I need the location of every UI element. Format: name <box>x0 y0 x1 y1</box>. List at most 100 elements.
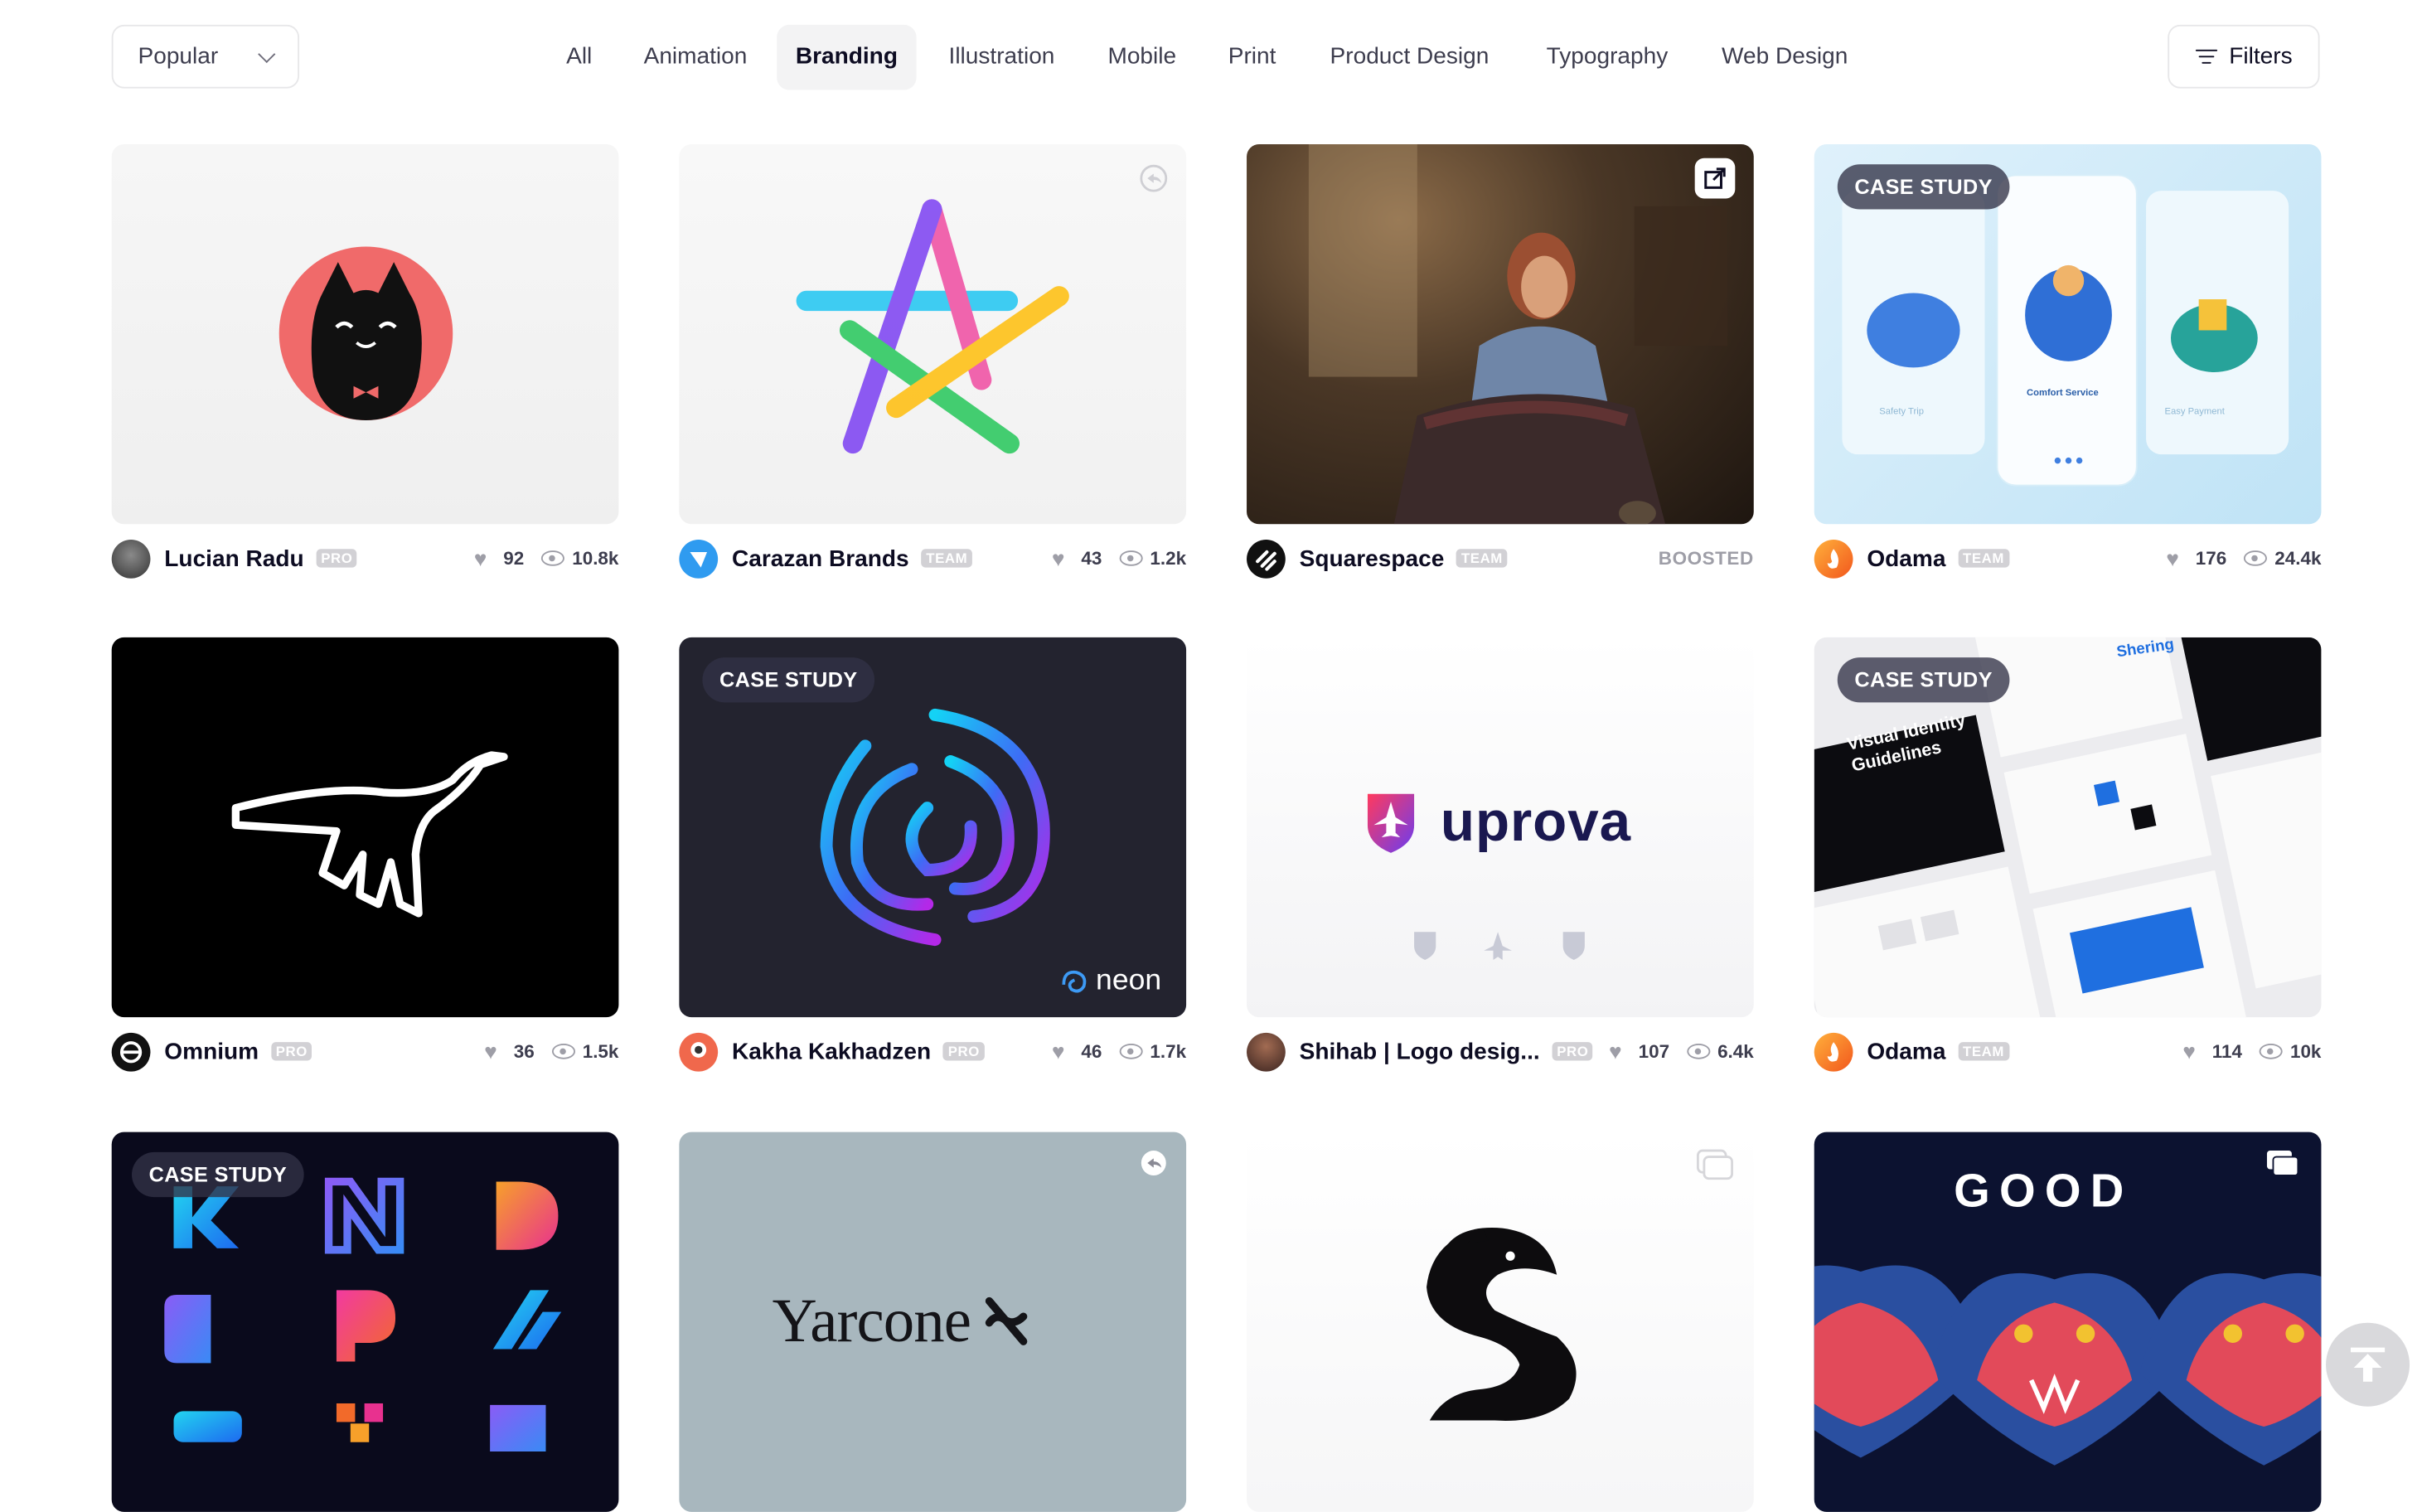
shot-stats: ♥ 107 6.4k <box>1609 1040 1754 1062</box>
avatar[interactable] <box>111 1031 151 1071</box>
author-name[interactable]: Kakha Kakhadzen <box>732 1038 931 1064</box>
tab-web-design[interactable]: Web Design <box>1708 25 1863 90</box>
heart-icon[interactable]: ♥ <box>484 1040 506 1062</box>
author-name[interactable]: Shihab | Logo desig... <box>1300 1038 1540 1064</box>
heart-icon[interactable]: ♥ <box>474 547 496 569</box>
author-name[interactable]: Odama <box>1867 545 1945 572</box>
shot-card[interactable]: Yarcone <box>679 1132 1187 1512</box>
like-count: 46 <box>1081 1040 1102 1063</box>
panther-s-logo-image <box>1427 1228 1577 1421</box>
filters-button[interactable]: Filters <box>2168 24 2320 89</box>
case-study-tag: CASE STUDY <box>132 1151 304 1198</box>
shot-stats: ♥ 36 1.5k <box>484 1040 618 1062</box>
author-name[interactable]: Lucian Radu <box>164 545 303 572</box>
shot-card[interactable]: uprova Shihab | Logo desig... PRO ♥ 107 … <box>1247 637 1754 1072</box>
like-count: 176 <box>2195 547 2227 569</box>
heart-icon[interactable]: ♥ <box>2182 1040 2204 1062</box>
uprova-logo: uprova <box>1363 789 1631 855</box>
author-name[interactable]: Carazan Brands <box>732 545 909 572</box>
shot-thumbnail[interactable]: uprova <box>1247 637 1754 1018</box>
shot-card[interactable]: GOOD <box>1814 1132 2322 1512</box>
heart-icon[interactable]: ♥ <box>1052 1040 1073 1062</box>
logo-variants-image <box>1414 932 1585 960</box>
screen-caption: Easy Payment <box>2164 407 2225 418</box>
eye-icon <box>1118 550 1143 566</box>
shot-stats: ♥ 176 24.4k <box>2166 547 2321 569</box>
screen-caption: Safety Trip <box>1879 407 1924 418</box>
avatar[interactable] <box>1814 539 1853 578</box>
view-count: 1.2k <box>1150 547 1187 569</box>
logo-text: Yarcone <box>772 1285 971 1355</box>
shot-thumbnail[interactable]: Safety Trip Comfort Service Easy Payment… <box>1814 143 2322 525</box>
shot-thumbnail[interactable]: Visual Identity Guidelines Shering CASE … <box>1814 637 2322 1018</box>
neon-mark-icon <box>1061 970 1086 993</box>
back-to-top-button[interactable] <box>2326 1322 2410 1407</box>
crane-bird-logo-image <box>231 751 508 918</box>
eye-icon <box>540 550 564 566</box>
shot-thumbnail[interactable]: CASE STUDY <box>111 1132 619 1512</box>
tab-branding[interactable]: Branding <box>777 24 917 90</box>
author-name[interactable]: Squarespace <box>1300 545 1445 572</box>
rebound-icon[interactable] <box>1138 1147 1169 1178</box>
shot-thumbnail[interactable] <box>679 143 1187 525</box>
cat-logo-image <box>279 246 453 420</box>
shot-card[interactable]: CASE STUDY <box>111 1132 619 1512</box>
shot-thumbnail[interactable] <box>111 637 619 1018</box>
avatar[interactable] <box>679 539 719 578</box>
shot-card[interactable]: Omnium PRO ♥ 36 1.5k <box>111 637 619 1072</box>
tab-mobile[interactable]: Mobile <box>1093 25 1191 90</box>
shot-thumbnail[interactable] <box>111 143 619 525</box>
shot-thumbnail[interactable]: neon CASE STUDY <box>679 637 1187 1018</box>
author-name[interactable]: Omnium <box>164 1038 259 1064</box>
shot-thumbnail[interactable]: GOOD <box>1814 1132 2322 1512</box>
author-name[interactable]: Odama <box>1867 1038 1945 1064</box>
shot-thumbnail[interactable]: Yarcone <box>679 1132 1187 1512</box>
avatar[interactable] <box>1814 1031 1853 1071</box>
logo-text: uprova <box>1440 789 1632 853</box>
avatar[interactable] <box>679 1031 719 1071</box>
boosted-label: BOOSTED <box>1658 547 1754 569</box>
shot-card[interactable] <box>1247 1132 1754 1512</box>
pro-badge: PRO <box>1552 1042 1594 1061</box>
pro-badge: PRO <box>943 1042 985 1061</box>
team-badge: TEAM <box>1456 549 1508 568</box>
pattern-text: GOOD <box>1954 1166 2134 1218</box>
shot-card[interactable]: Lucian Radu PRO ♥ 92 10.8k <box>111 143 619 579</box>
shot-card[interactable]: Visual Identity Guidelines Shering CASE … <box>1814 637 2322 1072</box>
team-badge: TEAM <box>921 549 972 568</box>
heart-icon[interactable]: ♥ <box>1052 547 1073 569</box>
heart-icon[interactable]: ♥ <box>1609 1040 1630 1062</box>
tab-illustration[interactable]: Illustration <box>933 25 1070 90</box>
eye-icon <box>551 1043 575 1059</box>
shot-card[interactable]: neon CASE STUDY Kakha Kakhadzen PRO ♥ 46… <box>679 637 1187 1072</box>
tab-animation[interactable]: Animation <box>630 25 762 90</box>
tab-product-design[interactable]: Product Design <box>1313 25 1505 90</box>
view-count: 10k <box>2289 1040 2322 1063</box>
shot-thumbnail[interactable] <box>1247 1132 1754 1512</box>
category-tabs: All Animation Branding Illustration Mobi… <box>0 24 2422 90</box>
shot-card[interactable]: Squarespace TEAM BOOSTED <box>1247 143 1754 579</box>
like-count: 92 <box>503 547 525 569</box>
avatar[interactable] <box>1247 1031 1286 1071</box>
tab-all[interactable]: All <box>554 25 605 90</box>
screen-caption: Comfort Service <box>2027 389 2099 399</box>
shot-card[interactable]: Safety Trip Comfort Service Easy Payment… <box>1814 143 2322 579</box>
shot-thumbnail[interactable] <box>1247 143 1754 525</box>
heart-icon[interactable]: ♥ <box>2166 547 2187 569</box>
filter-icon <box>2195 48 2217 65</box>
rebound-icon[interactable] <box>1138 162 1169 193</box>
yarcone-mark-icon <box>985 1296 1028 1345</box>
pro-badge: PRO <box>316 549 358 568</box>
view-count: 10.8k <box>572 547 619 569</box>
tab-typography[interactable]: Typography <box>1530 25 1683 90</box>
shot-card[interactable]: Carazan Brands TEAM ♥ 43 1.2k <box>679 143 1187 579</box>
tab-print[interactable]: Print <box>1216 25 1289 90</box>
yarcone-logo: Yarcone <box>773 1284 1029 1357</box>
avatar[interactable] <box>1247 539 1286 578</box>
like-count: 114 <box>2211 1040 2242 1063</box>
external-link-icon[interactable] <box>1694 158 1736 199</box>
avatar[interactable] <box>111 539 151 578</box>
multi-shot-icon <box>1697 1149 1733 1180</box>
multi-shot-icon <box>2266 1151 2299 1176</box>
eye-icon <box>2259 1043 2283 1059</box>
